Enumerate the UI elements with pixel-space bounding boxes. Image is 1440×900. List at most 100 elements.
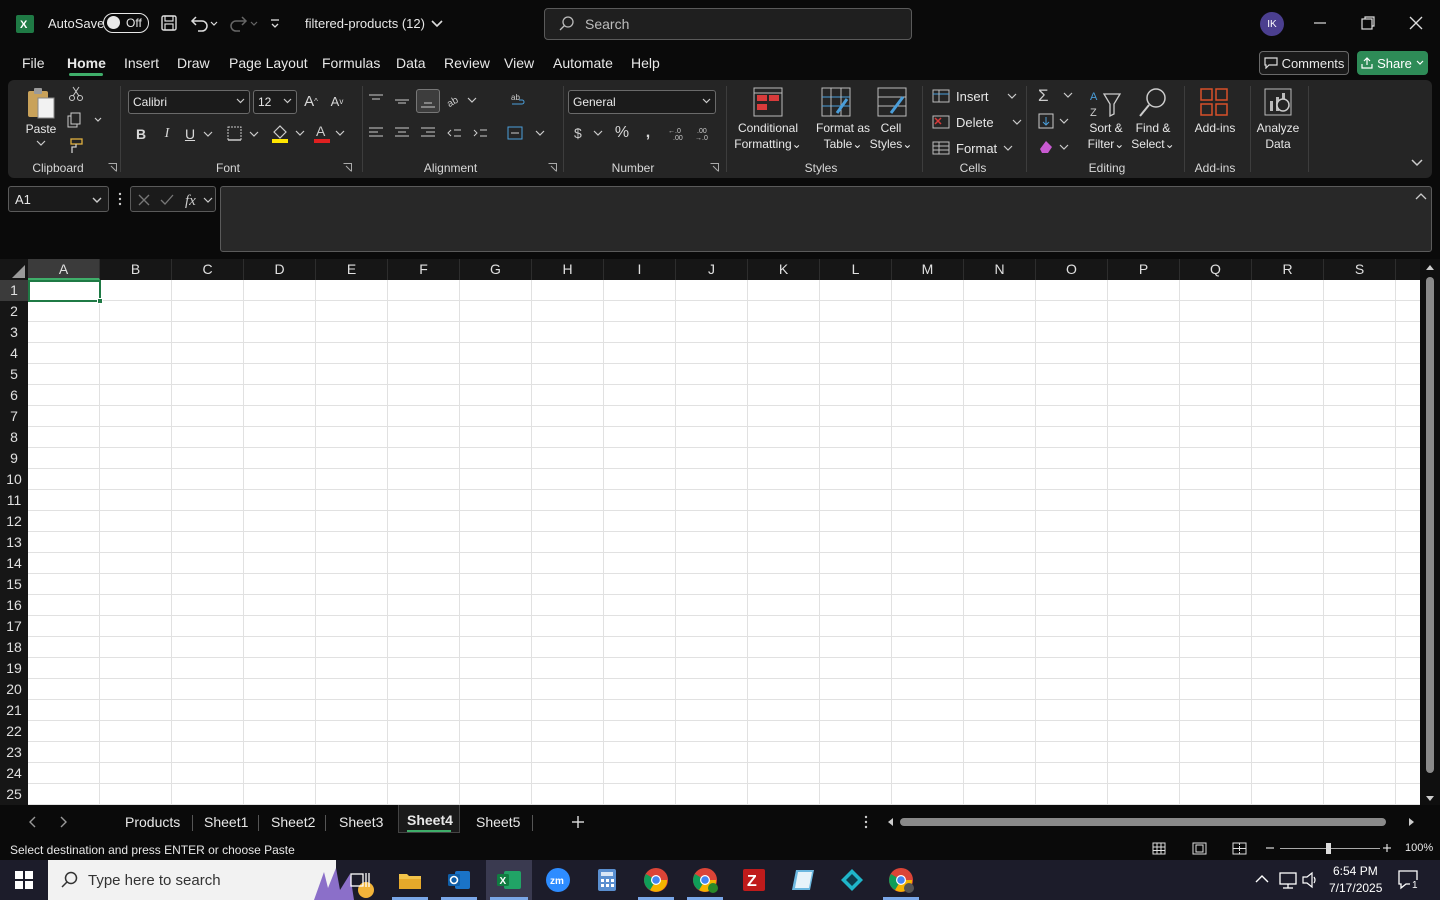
- find-select-label[interactable]: Find & Select⌄: [1128, 120, 1178, 152]
- taskbar-search[interactable]: Type here to search: [48, 860, 374, 900]
- tab-page-layout[interactable]: Page Layout: [229, 55, 308, 71]
- underline-icon[interactable]: U: [182, 124, 216, 144]
- sheet-tab-sheet5[interactable]: Sheet5: [476, 814, 520, 830]
- scroll-left-icon[interactable]: [886, 817, 894, 827]
- autosave-toggle[interactable]: Off: [103, 13, 149, 33]
- column-header-q[interactable]: Q: [1180, 259, 1252, 280]
- row-header-17[interactable]: 17: [0, 616, 28, 637]
- enter-check-icon[interactable]: [160, 194, 174, 206]
- share-button[interactable]: Share: [1357, 51, 1428, 75]
- column-header-b[interactable]: B: [100, 259, 172, 280]
- fill-handle[interactable]: [97, 298, 103, 304]
- minimize-icon[interactable]: [1313, 15, 1327, 29]
- file-explorer-icon[interactable]: [390, 864, 430, 896]
- chrome-icon[interactable]: [636, 864, 676, 896]
- column-header-p[interactable]: P: [1108, 259, 1180, 280]
- more-options-icon[interactable]: [118, 191, 122, 207]
- conditional-formatting-icon[interactable]: [752, 86, 784, 118]
- scroll-right-icon[interactable]: [1408, 817, 1416, 827]
- tab-draw[interactable]: Draw: [177, 55, 210, 71]
- cells-area[interactable]: [28, 280, 1420, 805]
- chevron-down-icon[interactable]: [36, 140, 46, 146]
- page-break-view-icon[interactable]: [1232, 842, 1247, 855]
- tab-home[interactable]: Home: [67, 55, 106, 71]
- tab-view[interactable]: View: [504, 55, 534, 71]
- vertical-scroll-thumb[interactable]: [1426, 277, 1434, 773]
- close-icon[interactable]: [1409, 16, 1423, 30]
- number-format-select[interactable]: General: [568, 90, 716, 114]
- row-header-14[interactable]: 14: [0, 553, 28, 574]
- search-box[interactable]: Search: [544, 8, 912, 40]
- row-header-13[interactable]: 13: [0, 532, 28, 553]
- align-left-icon[interactable]: [366, 123, 386, 143]
- increase-font-size-icon[interactable]: A ^: [300, 90, 322, 112]
- row-header-4[interactable]: 4: [0, 343, 28, 364]
- column-header-f[interactable]: F: [388, 259, 460, 280]
- format-painter-icon[interactable]: [66, 136, 86, 156]
- column-header-d[interactable]: D: [244, 259, 316, 280]
- orientation-icon[interactable]: ab: [444, 90, 478, 110]
- row-header-10[interactable]: 10: [0, 469, 28, 490]
- tab-help[interactable]: Help: [631, 55, 660, 71]
- comma-style-icon[interactable]: ,: [638, 123, 658, 143]
- copy-icon[interactable]: [66, 110, 104, 130]
- sheet-tab-sheet1[interactable]: Sheet1: [204, 814, 248, 830]
- row-header-11[interactable]: 11: [0, 490, 28, 511]
- row-header-19[interactable]: 19: [0, 658, 28, 679]
- clock-time[interactable]: 6:54 PM: [1333, 864, 1378, 878]
- zoom-in-icon[interactable]: [1382, 843, 1392, 853]
- next-sheet-icon[interactable]: [59, 815, 69, 829]
- column-header-o[interactable]: O: [1036, 259, 1108, 280]
- column-header-m[interactable]: M: [892, 259, 964, 280]
- show-hidden-icons-icon[interactable]: [1255, 874, 1269, 884]
- column-header-h[interactable]: H: [532, 259, 604, 280]
- dialog-launcher-icon[interactable]: [710, 163, 719, 172]
- more-sheets-icon[interactable]: [864, 815, 868, 829]
- font-size-select[interactable]: 12: [253, 90, 297, 114]
- accounting-format-icon[interactable]: $: [572, 123, 606, 143]
- row-header-9[interactable]: 9: [0, 448, 28, 469]
- decrease-decimal-icon[interactable]: .00 →.0: [692, 123, 716, 143]
- vpn-app-icon[interactable]: [832, 864, 872, 896]
- redo-icon[interactable]: [229, 14, 259, 32]
- analyze-data-label[interactable]: Analyze Data: [1252, 120, 1304, 152]
- autosum-icon[interactable]: Σ: [1036, 84, 1076, 106]
- fill-icon[interactable]: [1036, 110, 1076, 132]
- row-header-15[interactable]: 15: [0, 574, 28, 595]
- row-header-24[interactable]: 24: [0, 763, 28, 784]
- chrome-profile-icon[interactable]: [685, 864, 725, 896]
- borders-icon[interactable]: [226, 124, 262, 144]
- merge-center-icon[interactable]: [506, 123, 546, 143]
- wrap-text-icon[interactable]: ab: [508, 90, 528, 110]
- column-header-c[interactable]: C: [172, 259, 244, 280]
- insert-function-icon[interactable]: fx: [184, 191, 214, 209]
- row-header-3[interactable]: 3: [0, 322, 28, 343]
- restore-icon[interactable]: [1361, 16, 1375, 30]
- network-icon[interactable]: [1278, 871, 1298, 889]
- decrease-font-size-icon[interactable]: Av: [326, 90, 348, 112]
- zoom-app-icon[interactable]: zm: [538, 864, 578, 896]
- row-header-5[interactable]: 5: [0, 364, 28, 385]
- add-ins-label[interactable]: Add-ins: [1188, 120, 1242, 136]
- tab-file[interactable]: File: [22, 55, 45, 71]
- customize-toolbar-icon[interactable]: [268, 15, 282, 31]
- column-header-r[interactable]: R: [1252, 259, 1324, 280]
- conditional-formatting-label[interactable]: Conditional Formatting⌄: [726, 120, 810, 152]
- add-ins-icon[interactable]: [1198, 86, 1230, 118]
- cut-icon[interactable]: [66, 84, 86, 104]
- active-cell[interactable]: [28, 280, 101, 302]
- dialog-launcher-icon[interactable]: [548, 163, 557, 172]
- analyze-data-icon[interactable]: [1262, 86, 1294, 118]
- column-header-l[interactable]: L: [820, 259, 892, 280]
- notes-app-icon[interactable]: [783, 864, 823, 896]
- column-header-k[interactable]: K: [748, 259, 820, 280]
- top-align-icon[interactable]: [366, 90, 386, 110]
- windows-start-icon[interactable]: [4, 864, 44, 896]
- scroll-up-icon[interactable]: [1425, 263, 1435, 271]
- row-header-7[interactable]: 7: [0, 406, 28, 427]
- clock-date[interactable]: 7/17/2025: [1329, 881, 1382, 895]
- clear-icon[interactable]: [1036, 136, 1076, 158]
- column-header-j[interactable]: J: [676, 259, 748, 280]
- chrome-alt-profile-icon[interactable]: [881, 864, 921, 896]
- row-header-8[interactable]: 8: [0, 427, 28, 448]
